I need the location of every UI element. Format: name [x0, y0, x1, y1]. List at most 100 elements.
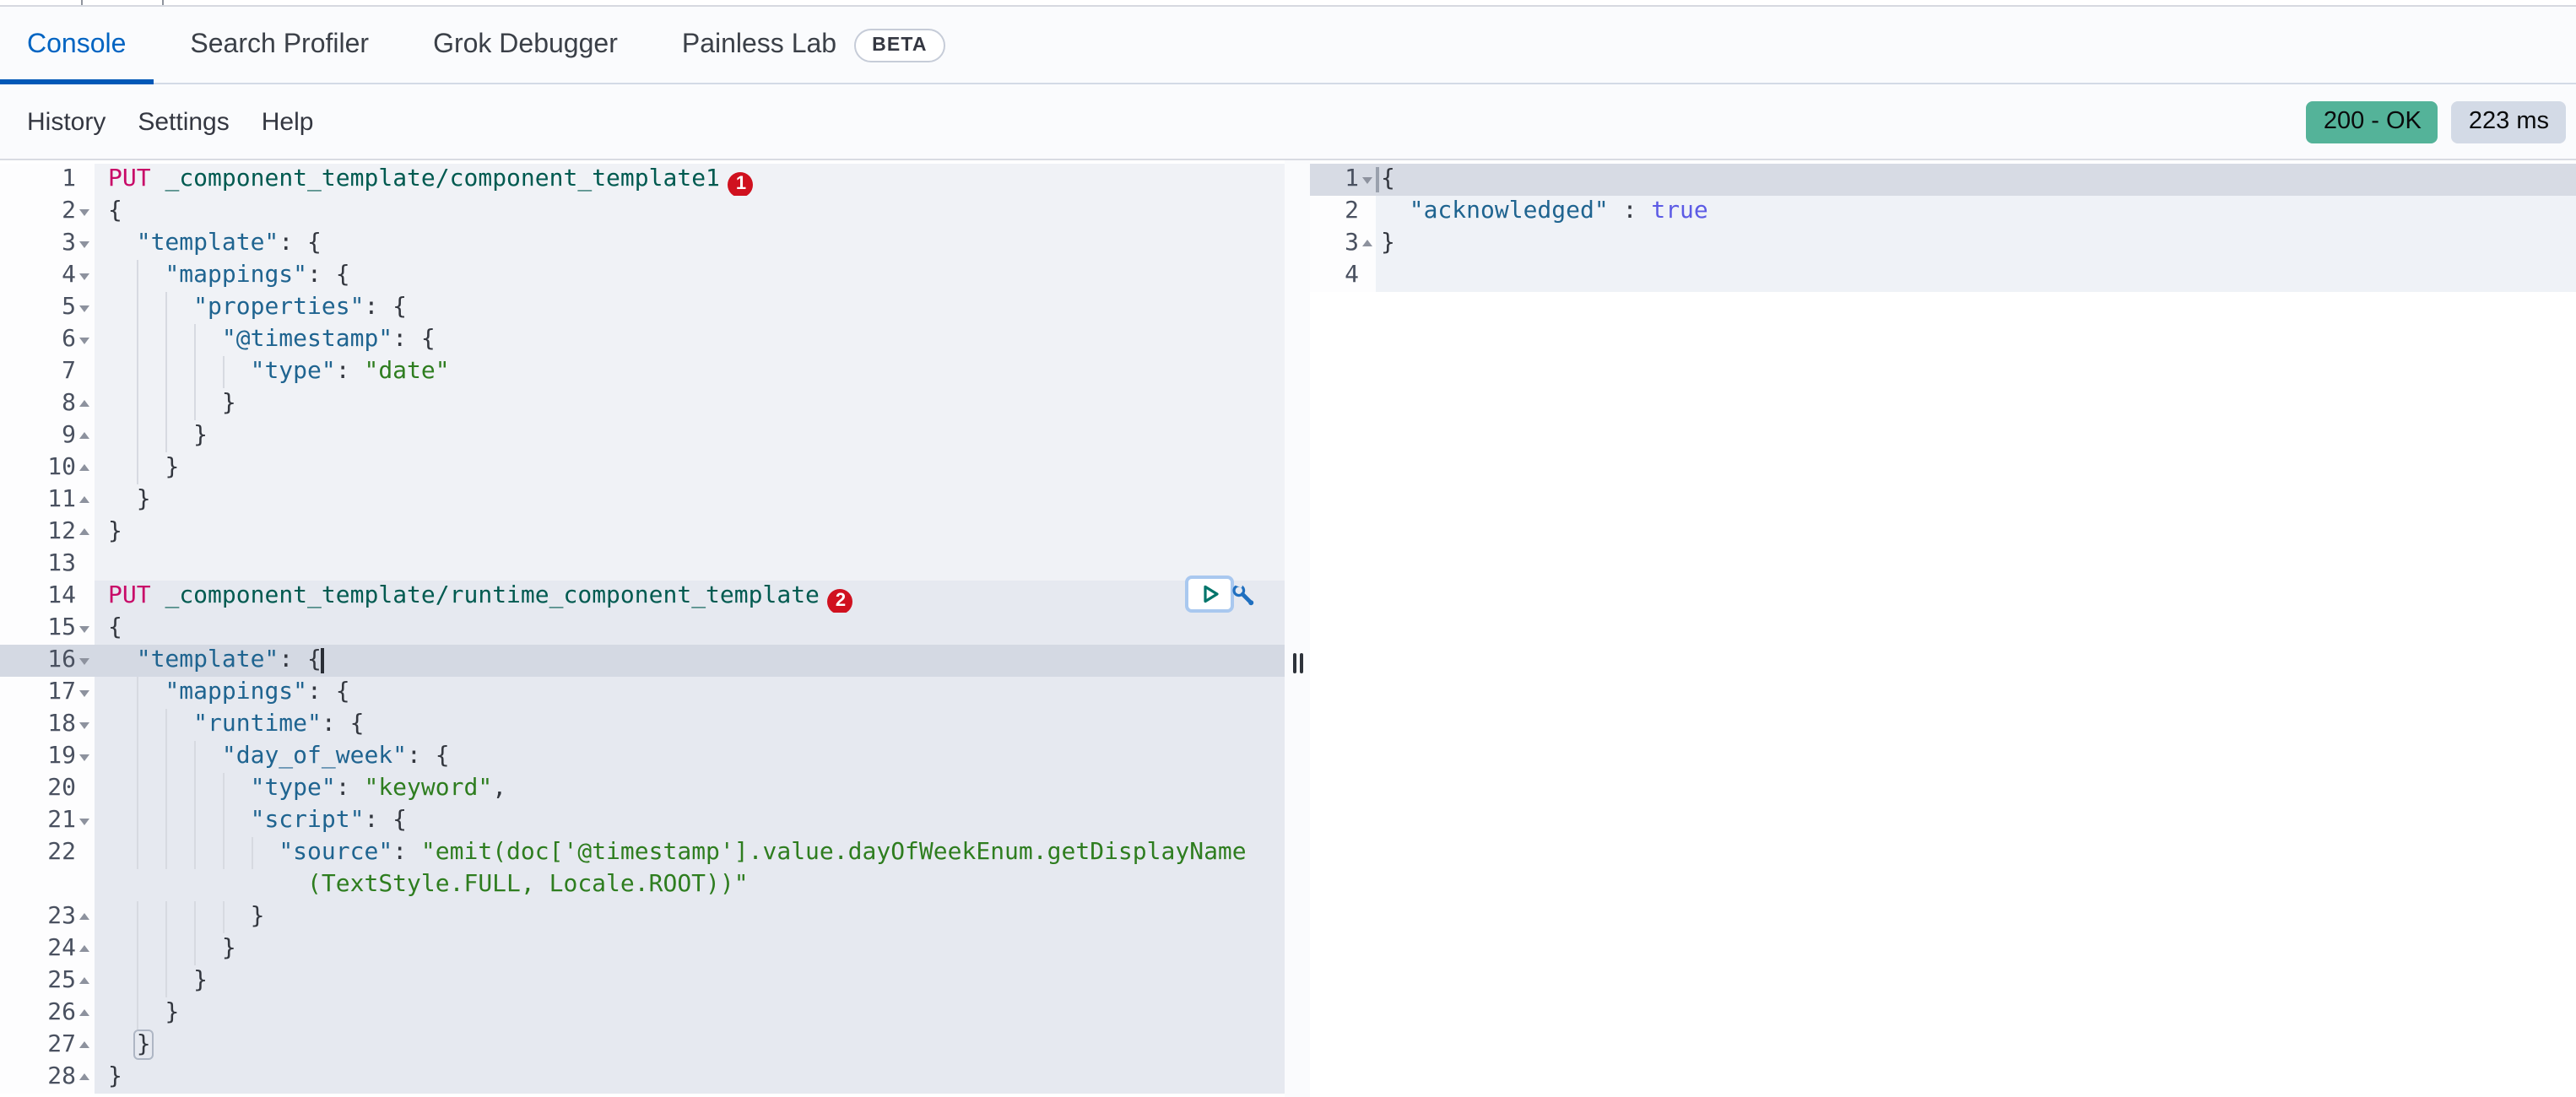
- fold-open-icon[interactable]: [79, 819, 89, 825]
- code-content[interactable]: PUT _component_template/runtime_componen…: [95, 581, 1285, 613]
- fold-close-icon[interactable]: [79, 913, 89, 920]
- code-line[interactable]: 6 "@timestamp": {: [0, 324, 1285, 356]
- fold-open-icon[interactable]: [1362, 177, 1372, 184]
- fold-close-icon[interactable]: [79, 528, 89, 535]
- code-line[interactable]: 15{: [0, 613, 1285, 645]
- code-line[interactable]: 14PUT _component_template/runtime_compon…: [0, 581, 1285, 613]
- code-content[interactable]: }: [1376, 228, 2576, 260]
- code-line[interactable]: (TextStyle.FULL, Locale.ROOT))": [0, 869, 1285, 901]
- code-content[interactable]: PUT _component_template/component_templa…: [95, 164, 1285, 196]
- code-line[interactable]: 18 "runtime": {: [0, 709, 1285, 741]
- code-content[interactable]: }: [95, 516, 1285, 548]
- code-line[interactable]: 3 "template": {: [0, 228, 1285, 260]
- code-line[interactable]: 16 "template": {: [0, 645, 1285, 677]
- code-line[interactable]: 10 }: [0, 452, 1285, 484]
- code-line[interactable]: 13: [0, 548, 1285, 581]
- code-line[interactable]: 3}: [1310, 228, 2576, 260]
- code-content[interactable]: [1376, 260, 2576, 292]
- tab-console[interactable]: Console: [0, 7, 153, 83]
- code-line[interactable]: 21 "script": {: [0, 805, 1285, 837]
- code-line[interactable]: 17 "mappings": {: [0, 677, 1285, 709]
- code-content[interactable]: (TextStyle.FULL, Locale.ROOT))": [95, 869, 1285, 901]
- code-line[interactable]: 9 }: [0, 420, 1285, 452]
- code-line[interactable]: 5 "properties": {: [0, 292, 1285, 324]
- code-content[interactable]: }: [95, 484, 1285, 516]
- code-line[interactable]: 4 "mappings": {: [0, 260, 1285, 292]
- request-editor[interactable]: 1PUT _component_template/component_templ…: [0, 160, 1285, 1097]
- code-content[interactable]: "template": {: [95, 645, 1285, 677]
- code-line[interactable]: 23 }: [0, 901, 1285, 933]
- code-content[interactable]: }: [95, 901, 1285, 933]
- code-line[interactable]: 20 "type": "keyword",: [0, 773, 1285, 805]
- fold-open-icon[interactable]: [79, 273, 89, 280]
- code-line[interactable]: 19 "day_of_week": {: [0, 741, 1285, 773]
- fold-close-icon[interactable]: [79, 432, 89, 439]
- response-viewer[interactable]: 1{2 "acknowledged" : true3}4: [1310, 160, 2576, 1097]
- request-options-button[interactable]: [1231, 582, 1256, 618]
- code-content[interactable]: "@timestamp": {: [95, 324, 1285, 356]
- code-content[interactable]: "script": {: [95, 805, 1285, 837]
- menu-history[interactable]: History: [27, 107, 106, 136]
- fold-close-icon[interactable]: [1362, 240, 1372, 246]
- fold-open-icon[interactable]: [79, 754, 89, 761]
- menu-help[interactable]: Help: [262, 107, 314, 136]
- code-line[interactable]: 26 }: [0, 997, 1285, 1029]
- code-content[interactable]: "mappings": {: [95, 677, 1285, 709]
- code-content[interactable]: {: [95, 196, 1285, 228]
- code-line[interactable]: 8 }: [0, 388, 1285, 420]
- code-content[interactable]: "properties": {: [95, 292, 1285, 324]
- fold-open-icon[interactable]: [79, 209, 89, 216]
- code-line[interactable]: 1PUT _component_template/component_templ…: [0, 164, 1285, 196]
- fold-close-icon[interactable]: [79, 1009, 89, 1016]
- tab-painless-lab[interactable]: Painless LabBETA: [655, 7, 973, 83]
- code-line[interactable]: 11 }: [0, 484, 1285, 516]
- code-content[interactable]: "mappings": {: [95, 260, 1285, 292]
- fold-close-icon[interactable]: [79, 1073, 89, 1080]
- code-content[interactable]: "template": {: [95, 228, 1285, 260]
- fold-close-icon[interactable]: [79, 977, 89, 984]
- code-line[interactable]: 25 }: [0, 965, 1285, 997]
- code-line[interactable]: 27 }: [0, 1029, 1285, 1062]
- code-content[interactable]: }: [95, 388, 1285, 420]
- tab-search-profiler[interactable]: Search Profiler: [163, 7, 396, 83]
- code-content[interactable]: {: [1376, 164, 2576, 196]
- fold-open-icon[interactable]: [79, 241, 89, 248]
- code-content[interactable]: {: [95, 613, 1285, 645]
- code-content[interactable]: }: [95, 997, 1285, 1029]
- code-line[interactable]: 7 "type": "date": [0, 356, 1285, 388]
- fold-close-icon[interactable]: [79, 945, 89, 952]
- code-content[interactable]: }: [95, 452, 1285, 484]
- code-content[interactable]: "acknowledged" : true: [1376, 196, 2576, 228]
- code-content[interactable]: "type": "keyword",: [95, 773, 1285, 805]
- code-line[interactable]: 28}: [0, 1062, 1285, 1094]
- code-line[interactable]: 1{: [1310, 164, 2576, 196]
- fold-close-icon[interactable]: [79, 400, 89, 407]
- tab-grok-debugger[interactable]: Grok Debugger: [406, 7, 645, 83]
- fold-open-icon[interactable]: [79, 305, 89, 312]
- code-content[interactable]: [95, 548, 1285, 581]
- menu-settings[interactable]: Settings: [138, 107, 229, 136]
- code-line[interactable]: 4: [1310, 260, 2576, 292]
- fold-close-icon[interactable]: [79, 1041, 89, 1048]
- code-line[interactable]: 2{: [0, 196, 1285, 228]
- fold-open-icon[interactable]: [79, 658, 89, 665]
- code-content[interactable]: "source": "emit(doc['@timestamp'].value.…: [95, 837, 1285, 869]
- code-line[interactable]: 24 }: [0, 933, 1285, 965]
- code-content[interactable]: "runtime": {: [95, 709, 1285, 741]
- panel-resizer[interactable]: [1285, 160, 1310, 1097]
- run-request-button[interactable]: [1185, 576, 1234, 613]
- code-content[interactable]: "day_of_week": {: [95, 741, 1285, 773]
- fold-close-icon[interactable]: [79, 496, 89, 503]
- fold-open-icon[interactable]: [79, 626, 89, 633]
- code-content[interactable]: }: [95, 933, 1285, 965]
- code-line[interactable]: 12}: [0, 516, 1285, 548]
- fold-close-icon[interactable]: [79, 464, 89, 471]
- code-content[interactable]: }: [95, 965, 1285, 997]
- fold-open-icon[interactable]: [79, 338, 89, 344]
- code-line[interactable]: 2 "acknowledged" : true: [1310, 196, 2576, 228]
- code-content[interactable]: }: [95, 420, 1285, 452]
- fold-open-icon[interactable]: [79, 690, 89, 697]
- code-content[interactable]: "type": "date": [95, 356, 1285, 388]
- code-line[interactable]: 22 "source": "emit(doc['@timestamp'].val…: [0, 837, 1285, 869]
- code-content[interactable]: }: [95, 1029, 1285, 1062]
